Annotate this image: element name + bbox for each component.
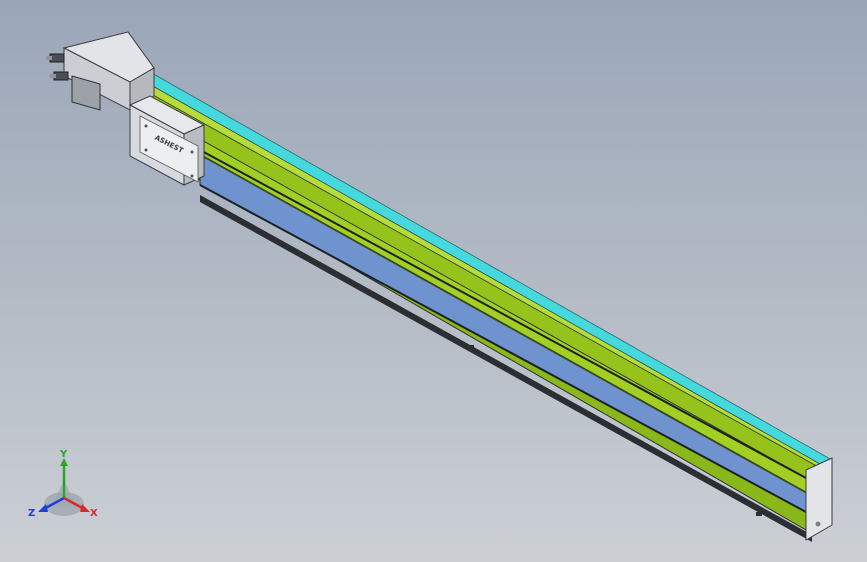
x-axis-label: X — [90, 508, 98, 519]
rail-top-green — [129, 79, 828, 469]
mount-tab — [470, 345, 474, 348]
rail-groove-line — [129, 115, 807, 494]
carriage-screw — [144, 124, 148, 128]
rail-end-cap — [805, 457, 833, 541]
rail-groove-line — [199, 184, 807, 513]
orientation-triad[interactable]: Y X Z — [28, 449, 98, 519]
carriage-screw — [190, 150, 194, 154]
z-axis-label: Z — [28, 508, 35, 519]
rail-top-strip — [141, 71, 833, 469]
end-cap-screw — [815, 521, 821, 527]
motor-connector — [46, 53, 65, 63]
linear-actuator-model[interactable]: ASHEST Y X Z — [0, 0, 867, 562]
cad-3d-viewport[interactable]: ASHEST Y X Z — [0, 0, 867, 562]
motor-connector — [50, 71, 69, 81]
rail-groove-line — [199, 149, 807, 479]
y-axis-label: Y — [59, 449, 68, 460]
carriage-screw — [190, 174, 194, 178]
mount-tab — [756, 512, 762, 516]
rail-green-upper — [129, 81, 816, 479]
carriage-screw — [144, 148, 148, 152]
rail-base-edge — [200, 195, 812, 542]
